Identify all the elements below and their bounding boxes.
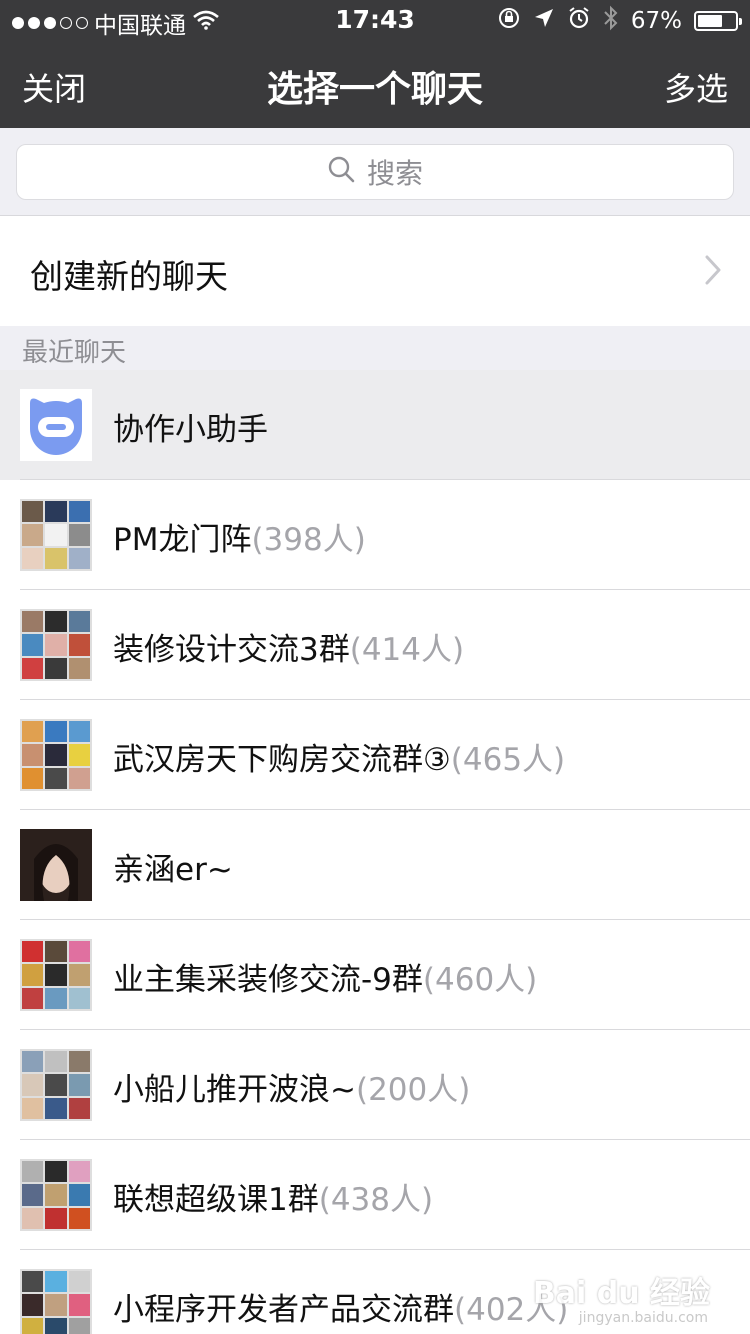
baidu-watermark: Bai du 经验 bbox=[532, 1276, 710, 1311]
page-title: 选择一个聊天 bbox=[266, 69, 483, 110]
search-placeholder: 搜索 bbox=[366, 157, 423, 190]
chat-name: 业主集采装修交流-9群 bbox=[113, 962, 423, 998]
search-icon bbox=[327, 155, 355, 190]
chat-list: 协作小助手 PM龙门阵(398人) 装修设计交流3群(414人) 武汉房天下购房… bbox=[0, 370, 750, 1334]
member-count: (438人) bbox=[318, 1182, 434, 1218]
chat-row[interactable]: 亲涵er~ bbox=[0, 810, 750, 920]
top-bar: 中国联通 17:43 67% 关闭 选择一个聊天 多选 bbox=[0, 0, 750, 128]
group-avatar bbox=[20, 1269, 92, 1334]
chat-name: 联想超级课1群 bbox=[113, 1182, 319, 1218]
status-right: 67% bbox=[497, 5, 742, 37]
portrait-photo bbox=[20, 829, 92, 901]
chat-name-line: 业主集采装修交流-9群(460人) bbox=[113, 954, 537, 999]
create-new-chat[interactable]: 创建新的聊天 bbox=[0, 216, 750, 326]
chat-row[interactable]: 武汉房天下购房交流群③(465人) bbox=[0, 700, 750, 810]
chat-row[interactable]: 联想超级课1群(438人) bbox=[0, 1140, 750, 1250]
chat-name-line: 小船儿推开波浪~(200人) bbox=[113, 1064, 470, 1109]
member-count: (414人) bbox=[349, 632, 465, 668]
chat-row[interactable]: 业主集采装修交流-9群(460人) bbox=[0, 920, 750, 1030]
chat-name-line: 联想超级课1群(438人) bbox=[113, 1174, 433, 1219]
battery-level bbox=[698, 15, 723, 27]
group-avatar bbox=[20, 719, 92, 791]
group-avatar bbox=[20, 609, 92, 681]
chat-name: PM龙门阵 bbox=[113, 522, 252, 558]
chat-name: 亲涵er~ bbox=[113, 852, 233, 888]
bluetooth-icon bbox=[603, 5, 619, 37]
location-arrow-icon bbox=[533, 7, 555, 35]
group-avatar bbox=[20, 499, 92, 571]
chat-name-line: 装修设计交流3群(414人) bbox=[113, 624, 464, 669]
chat-name: 武汉房天下购房交流群③ bbox=[113, 742, 451, 778]
member-count: (460人) bbox=[422, 962, 538, 998]
assistant-avatar bbox=[20, 389, 92, 461]
chat-name-line: 武汉房天下购房交流群③(465人) bbox=[113, 734, 565, 779]
chat-name-line: 亲涵er~ bbox=[113, 844, 233, 889]
alarm-icon bbox=[567, 6, 591, 36]
member-count: (465人) bbox=[450, 742, 566, 778]
chevron-right-icon bbox=[704, 254, 722, 290]
create-new-chat-label: 创建新的聊天 bbox=[30, 257, 228, 296]
battery-icon bbox=[694, 11, 742, 31]
assistant-bot-icon bbox=[30, 398, 82, 455]
status-bar: 中国联通 17:43 67% bbox=[0, 0, 750, 40]
chat-name-line: 小程序开发者产品交流群(402人) bbox=[113, 1284, 568, 1329]
battery-percent: 67% bbox=[630, 8, 682, 34]
chat-row[interactable]: 协作小助手 bbox=[0, 370, 750, 480]
chat-name: 小船儿推开波浪~ bbox=[113, 1072, 356, 1108]
chat-name: 协作小助手 bbox=[113, 412, 268, 448]
navigation-bar: 关闭 选择一个聊天 多选 bbox=[0, 40, 750, 128]
chat-name: 装修设计交流3群 bbox=[113, 632, 350, 668]
member-count: (200人) bbox=[355, 1072, 471, 1108]
multi-select-button[interactable]: 多选 bbox=[664, 64, 728, 110]
baidu-watermark-url: jingyan.baidu.com bbox=[578, 1310, 708, 1326]
chat-name-line: 协作小助手 bbox=[113, 404, 268, 449]
member-count: (398人) bbox=[251, 522, 366, 558]
section-header: 最近聊天 bbox=[0, 326, 750, 370]
chat-name: 小程序开发者产品交流群 bbox=[113, 1292, 454, 1328]
contact-avatar bbox=[20, 829, 92, 901]
chat-row[interactable]: 小船儿推开波浪~(200人) bbox=[0, 1030, 750, 1140]
search-input[interactable]: 搜索 bbox=[16, 144, 734, 200]
chat-name-line: PM龙门阵(398人) bbox=[113, 514, 366, 559]
group-avatar bbox=[20, 1159, 92, 1231]
group-avatar bbox=[20, 939, 92, 1011]
chat-row[interactable]: 装修设计交流3群(414人) bbox=[0, 590, 750, 700]
orientation-lock-icon bbox=[497, 6, 521, 36]
chat-row[interactable]: PM龙门阵(398人) bbox=[0, 480, 750, 590]
section-title: 最近聊天 bbox=[22, 338, 127, 368]
group-avatar bbox=[20, 1049, 92, 1121]
search-bar: 搜索 bbox=[0, 128, 750, 216]
